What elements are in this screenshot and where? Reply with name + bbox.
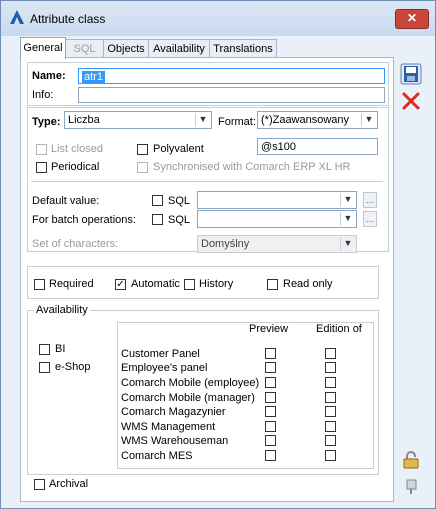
edition-checkbox[interactable] [325,348,336,359]
col-preview: Preview [249,323,289,335]
edition-checkbox[interactable] [325,362,336,373]
window-close-button[interactable]: ✕ [395,9,429,29]
synchronised-checkbox [137,162,148,173]
eshop-checkbox[interactable] [39,362,50,373]
default-sql-checkbox[interactable] [152,195,163,206]
required-label: Required [49,278,94,290]
preview-checkbox[interactable] [265,348,276,359]
tab-general[interactable]: General [20,37,66,59]
batch-sql-label: SQL [168,214,191,226]
padlock-icon[interactable] [400,449,422,471]
chevron-down-icon: ▼ [340,193,355,207]
edition-checkbox[interactable] [325,435,336,446]
default-value-label: Default value: [32,195,100,207]
automatic-checkbox[interactable]: ✓ [115,279,126,290]
preview-checkbox[interactable] [265,450,276,461]
preview-checkbox[interactable] [265,392,276,403]
availability-row-label: Comarch Mobile (manager) [121,392,255,404]
availability-row-label: Employee's panel [121,362,208,374]
batch-sql-checkbox[interactable] [152,214,163,225]
pin-icon[interactable] [400,475,422,497]
tab-translations[interactable]: Translations [209,39,277,58]
format-select[interactable]: (*)Zaawansowany ▼ [257,111,378,129]
close-icon: ✕ [406,11,418,25]
edition-checkbox[interactable] [325,406,336,417]
list-closed-label: List closed [51,143,103,155]
charset-label: Set of characters: [32,238,119,250]
format-label: Format: [218,116,256,128]
title-bar: Attribute class ✕ [1,1,435,36]
type-label: Type: [32,116,61,128]
default-value-select[interactable]: ▼ [197,191,357,209]
comarch-logo-icon [10,10,24,24]
availability-row-label: Comarch Magazynier [121,406,226,418]
chevron-down-icon: ▼ [361,113,376,127]
info-label: Info: [32,89,54,101]
edition-checkbox[interactable] [325,421,336,432]
availability-row-label: Comarch MES [121,450,193,462]
preview-checkbox[interactable] [265,362,276,373]
availability-group-label: Availability [34,304,90,316]
periodical-checkbox[interactable] [36,162,47,173]
automatic-label: Automatic [131,278,180,290]
batch-value-select[interactable]: ▼ [197,210,357,228]
eshop-label: e-Shop [55,361,91,373]
availability-row-label: WMS Management [121,421,216,433]
info-input[interactable] [78,87,385,103]
name-label: Name: [32,70,66,82]
list-closed-checkbox [36,144,47,155]
general-panel: Name: atr1 Info: Type: Liczba ▼ Format: … [20,57,394,502]
periodical-label: Periodical [51,161,100,173]
name-input[interactable]: atr1 [78,68,385,84]
polyvalent-label: Polyvalent [153,143,204,155]
charset-value: Domyślny [201,238,250,250]
tab-sql: SQL [65,39,104,58]
attribute-class-window: Attribute class ✕ General SQL Objects Av… [0,0,436,509]
name-value: atr1 [82,71,105,83]
format-pattern-input[interactable]: @s100 [257,138,378,155]
preview-checkbox[interactable] [265,377,276,388]
tab-objects[interactable]: Objects [103,39,149,58]
preview-checkbox[interactable] [265,406,276,417]
batch-operations-label: For batch operations: [32,214,136,226]
format-value: (*)Zaawansowany [261,114,350,126]
edition-checkbox[interactable] [325,392,336,403]
archival-label: Archival [49,478,89,490]
charset-select: Domyślny ▼ [197,235,357,253]
chevron-down-icon: ▼ [340,212,355,226]
bi-checkbox[interactable] [39,344,50,355]
read-only-label: Read only [283,278,333,290]
chevron-down-icon: ▼ [195,113,210,127]
availability-row-label: Customer Panel [121,348,200,360]
edition-checkbox[interactable] [325,450,336,461]
history-checkbox[interactable] [184,279,195,290]
edition-checkbox[interactable] [325,377,336,388]
archival-checkbox[interactable] [34,479,45,490]
availability-row-label: WMS Warehouseman [121,435,229,447]
required-checkbox[interactable] [34,279,45,290]
default-value-browse-button[interactable]: … [363,192,377,208]
type-select[interactable]: Liczba ▼ [64,111,212,129]
read-only-checkbox[interactable] [267,279,278,290]
synchronised-label: Synchronised with Comarch ERP XL HR [153,161,351,173]
cancel-x-icon[interactable] [400,90,422,112]
polyvalent-checkbox[interactable] [137,144,148,155]
availability-row-label: Comarch Mobile (employee) [121,377,260,389]
history-label: History [199,278,234,290]
col-edition: Edition of [316,323,362,335]
tab-availability[interactable]: Availability [148,39,210,58]
bi-label: BI [55,343,66,355]
type-value: Liczba [68,114,100,126]
batch-value-browse-button[interactable]: … [363,211,377,227]
preview-checkbox[interactable] [265,421,276,432]
window-title: Attribute class [30,12,106,26]
chevron-down-icon: ▼ [340,237,355,251]
default-sql-label: SQL [168,195,191,207]
save-disk-icon[interactable] [400,63,422,85]
divider [31,181,383,182]
preview-checkbox[interactable] [265,435,276,446]
